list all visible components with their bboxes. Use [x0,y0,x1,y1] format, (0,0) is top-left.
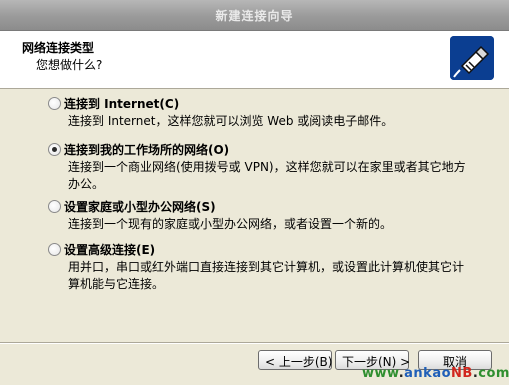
back-button[interactable]: < 上一步(B) [258,350,332,370]
radio-home-network[interactable] [48,200,61,213]
option-description: 连接到一个商业网络(使用拨号或 VPN)，这样您就可以在家里或者其它地方办公。 [68,160,466,191]
watermark: www.ankaoNB.com [362,366,509,381]
radio-connect-internet[interactable] [48,97,61,110]
title-bar[interactable]: 新建连接向导 [0,0,509,31]
option-label[interactable]: 设置家庭或小型办公网络(S) [64,198,216,215]
option-label[interactable]: 设置高级连接(E) [64,241,155,258]
option-label[interactable]: 连接到 Internet(C) [64,95,179,112]
window-title: 新建连接向导 [215,9,294,23]
option-description: 连接到 Internet，这样您就可以浏览 Web 或阅读电子邮件。 [68,114,394,128]
header-subtitle: 您想做什么? [36,58,103,72]
wizard-header: 网络连接类型 您想做什么? [0,31,509,89]
option-label[interactable]: 连接到我的工作场所的网络(O) [64,141,229,158]
watermark-com: com [478,366,509,381]
watermark-nb: NB [451,366,473,381]
radio-advanced-connection[interactable] [48,243,61,256]
option-description: 连接到一个现有的家庭或小型办公网络，或者设置一个新的。 [68,217,393,231]
watermark-www: www [362,366,399,381]
option-description: 用并口，串口或红外端口直接连接到其它计算机，或设置此计算机使其它计算机能与它连接… [68,260,465,291]
header-title: 网络连接类型 [22,41,95,55]
network-connection-icon [450,36,494,80]
radio-connect-workplace[interactable] [48,143,61,156]
footer-divider [0,342,509,344]
watermark-ankao: ankao [404,366,452,381]
